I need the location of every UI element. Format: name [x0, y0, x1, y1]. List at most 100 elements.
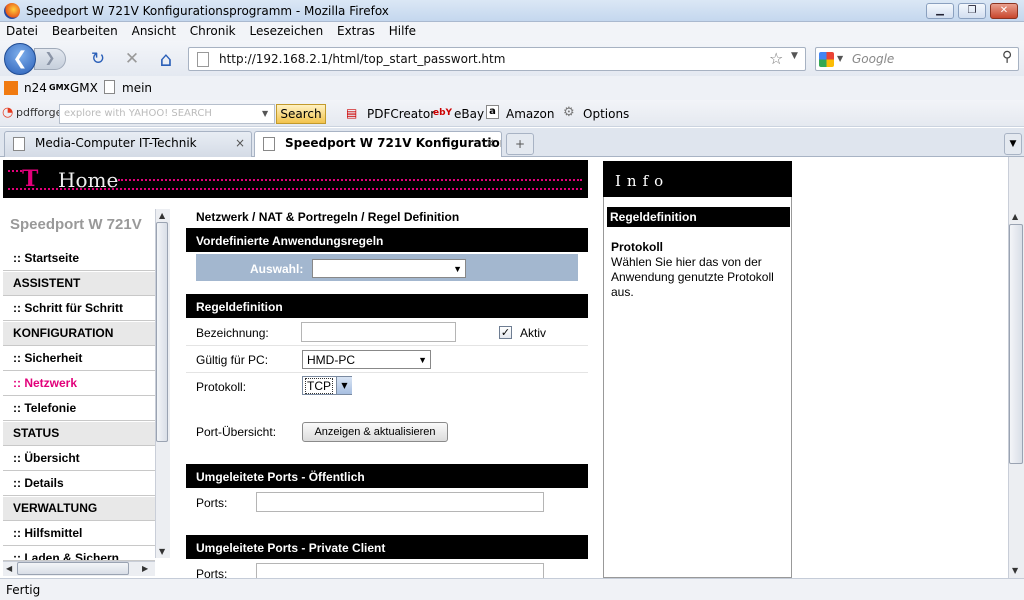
menu-hilfe[interactable]: Hilfe — [383, 22, 420, 38]
forward-button[interactable]: ❯ — [34, 48, 66, 70]
info-header: Info — [603, 161, 792, 197]
minimize-button[interactable]: ▁ — [926, 3, 954, 19]
header-dots — [8, 170, 22, 172]
menu-lesezeichen[interactable]: Lesezeichen — [243, 22, 327, 38]
menu-bearbeiten[interactable]: Bearbeiten — [46, 22, 122, 38]
status-bar: Fertig — [0, 578, 1024, 600]
predef-header: Vordefinierte Anwendungsregeln — [186, 228, 588, 252]
bookmark-mein[interactable]: mein — [122, 81, 152, 95]
scroll-right-icon[interactable]: ▶ — [142, 564, 148, 573]
pdfforge-label[interactable]: pdfforge — [16, 106, 62, 119]
yahoo-search-button[interactable]: Search — [276, 104, 326, 124]
options-button[interactable]: Options — [583, 107, 629, 121]
ports-private-input[interactable] — [256, 563, 544, 578]
page-scroll-thumb[interactable] — [1009, 224, 1023, 464]
sidebar-hscroll-thumb[interactable] — [17, 562, 129, 575]
oeffentlich-header: Umgeleitete Ports - Öffentlich — [186, 464, 588, 488]
breadcrumb: Netzwerk / NAT & Portregeln / Regel Defi… — [196, 210, 460, 224]
sidebar-section-assistent: ASSISTENT — [3, 272, 155, 296]
sidebar-item-netzwerk[interactable]: :: Netzwerk — [3, 372, 155, 396]
maximize-button[interactable]: ❐ — [958, 3, 986, 19]
url-bar[interactable]: http://192.168.2.1/html/top_start_passwo… — [188, 47, 806, 71]
ports-label: Ports: — [196, 496, 228, 510]
info-title: Regeldefinition — [607, 207, 790, 227]
sidebar-section-status: STATUS — [3, 422, 155, 446]
sidebar-item-sicherheit[interactable]: :: Sicherheit — [3, 347, 155, 371]
reload-icon[interactable]: ↻ — [88, 49, 108, 69]
page-icon — [104, 80, 115, 94]
menu-ansicht[interactable]: Ansicht — [126, 22, 180, 38]
pc-select[interactable]: HMD-PC ▼ — [302, 350, 431, 369]
menu-chronik[interactable]: Chronik — [184, 22, 240, 38]
sidebar-item-telefonie[interactable]: :: Telefonie — [3, 397, 155, 421]
menu-datei[interactable]: Datei — [0, 22, 42, 38]
pc-label: Gültig für PC: — [196, 353, 269, 367]
tab-media-computer[interactable]: Media-Computer IT-Technik × — [4, 131, 252, 157]
amazon-button[interactable]: Amazon — [506, 107, 555, 121]
back-button[interactable]: ❮ — [4, 43, 36, 75]
sidebar-item-schritt[interactable]: :: Schritt für Schritt — [3, 297, 155, 321]
menu-extras[interactable]: Extras — [331, 22, 379, 38]
title-bar: Speedport W 721V Konfigurationsprogramm … — [0, 0, 1024, 22]
pdfcreator-button[interactable]: PDFCreator — [367, 107, 435, 121]
url-input[interactable]: http://192.168.2.1/html/top_start_passwo… — [219, 52, 505, 66]
auswahl-select[interactable]: ▼ — [312, 259, 466, 278]
tab-label: Media-Computer IT-Technik — [35, 136, 197, 150]
sidebar-item-startseite[interactable]: :: Startseite — [3, 247, 155, 271]
scroll-down-icon[interactable]: ▼ — [159, 547, 165, 556]
bezeichnung-input[interactable] — [301, 322, 456, 342]
yahoo-search-input[interactable]: explore with YAHOO! SEARCH — [59, 104, 275, 124]
info-heading: Protokoll — [611, 240, 664, 254]
bezeichnung-label: Bezeichnung: — [196, 326, 269, 340]
search-input[interactable]: Google — [852, 52, 894, 66]
window-title: Speedport W 721V Konfigurationsprogramm … — [26, 4, 389, 18]
stop-icon[interactable]: ✕ — [122, 49, 142, 69]
bookmark-gmx[interactable]: GMX — [70, 81, 98, 95]
search-engine-dropdown-icon[interactable]: ▼ — [837, 54, 843, 63]
chevron-down-icon: ▼ — [453, 264, 462, 274]
scroll-up-icon[interactable]: ▲ — [1012, 212, 1018, 221]
home-icon[interactable]: ⌂ — [156, 49, 176, 69]
scroll-up-icon[interactable]: ▲ — [159, 211, 165, 220]
new-tab-button[interactable]: + — [506, 133, 534, 155]
pc-value: HMD-PC — [307, 353, 355, 367]
url-dropdown-icon[interactable]: ▼ — [791, 51, 798, 61]
bookmark-star-icon[interactable]: ☆ — [769, 49, 783, 68]
tab-speedport[interactable]: Speedport W 721V Konfiguration... × — [254, 131, 502, 158]
sidebar-item-hilfsmittel[interactable]: :: Hilfsmittel — [3, 522, 155, 546]
scroll-left-icon[interactable]: ◀ — [6, 564, 12, 573]
sidebar-section-konfiguration: KONFIGURATION — [3, 322, 155, 346]
sidebar-item-uebersicht[interactable]: :: Übersicht — [3, 447, 155, 471]
options-gear-icon: ⚙ — [563, 105, 575, 120]
firefox-icon — [4, 3, 20, 19]
gmx-icon: GMX — [49, 83, 70, 92]
chevron-down-icon[interactable]: ▼ — [336, 377, 352, 394]
close-window-button[interactable]: ✕ — [990, 3, 1018, 19]
protokoll-value: TCP — [305, 378, 333, 394]
sidebar-item-details[interactable]: :: Details — [3, 472, 155, 496]
ports-public-input[interactable] — [256, 492, 544, 512]
aktiv-label: Aktiv — [520, 326, 547, 340]
ebay-button[interactable]: eBay — [454, 107, 484, 121]
yahoo-dropdown-icon[interactable]: ▼ — [262, 109, 268, 118]
tab-list-button[interactable]: ▼ — [1004, 133, 1022, 155]
google-icon[interactable] — [819, 52, 834, 67]
aktiv-checkbox[interactable]: ✓ — [499, 326, 512, 339]
pdfcreator-icon: ▤ — [346, 106, 358, 120]
page-icon — [197, 52, 209, 67]
info-body: Wählen Sie hier das von der Anwendung ge… — [611, 255, 774, 299]
search-bar[interactable]: ▼ Google ⚲ — [815, 47, 1019, 71]
scroll-down-icon[interactable]: ▼ — [1012, 566, 1018, 575]
home-link[interactable]: Home — [58, 168, 118, 192]
close-tab-icon[interactable]: × — [485, 136, 495, 150]
page-icon — [263, 137, 275, 151]
bookmark-n24[interactable]: n24 — [24, 81, 47, 95]
close-tab-icon[interactable]: × — [235, 136, 245, 150]
search-icon[interactable]: ⚲ — [1002, 49, 1012, 65]
anzeigen-button[interactable]: Anzeigen & aktualisieren — [302, 422, 448, 442]
sidebar-item-laden[interactable]: :: Laden & Sichern — [3, 547, 155, 561]
sidebar-scroll-thumb[interactable] — [156, 222, 168, 442]
divider — [186, 345, 588, 346]
private-header: Umgeleitete Ports - Private Client — [186, 535, 588, 559]
n24-icon — [4, 81, 18, 95]
